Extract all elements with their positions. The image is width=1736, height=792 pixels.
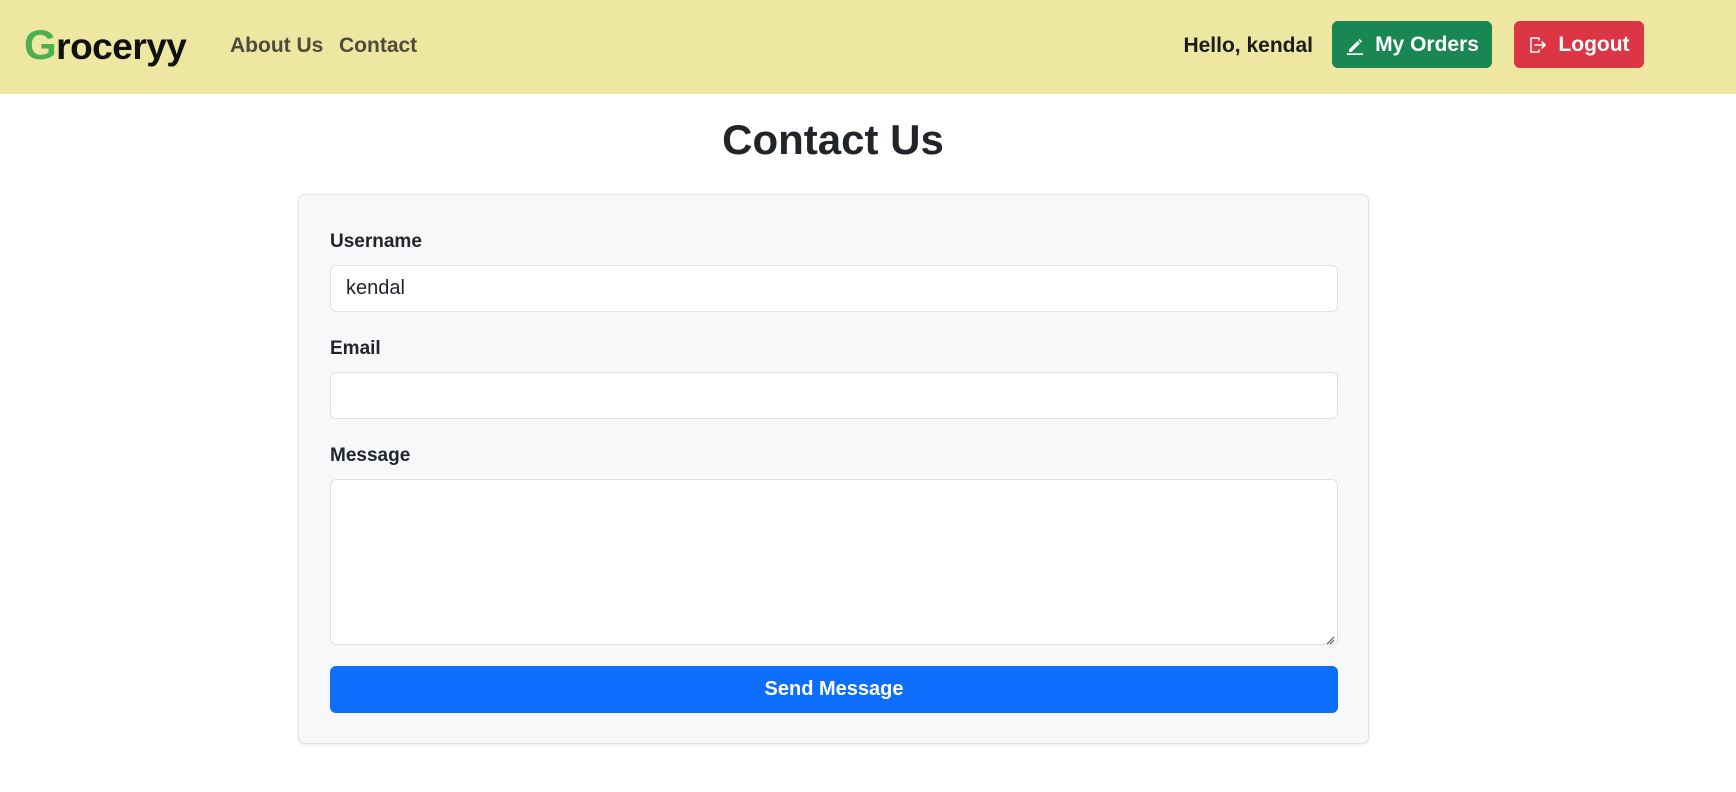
my-orders-button[interactable]: My Orders [1332,21,1492,68]
logout-label: Logout [1558,32,1630,56]
brand-logo[interactable]: Groceryy [24,21,187,70]
box-arrow-right-icon [1528,35,1548,55]
navbar: Groceryy About Us Contact Hello, kendal … [0,0,1736,94]
message-label: Message [330,445,411,466]
my-orders-label: My Orders [1375,32,1479,56]
logout-button[interactable]: Logout [1514,21,1644,68]
pencil-icon [1345,35,1365,55]
username-label: Username [330,231,422,252]
brand-initial: G [24,21,57,68]
resize-grip-icon[interactable] [1325,632,1335,645]
brand-name: roceryy [56,26,187,67]
user-greeting: Hello, kendal [1183,34,1313,57]
page-title: Contact Us [722,116,944,163]
email-input[interactable] [330,372,1338,419]
message-textarea[interactable] [330,479,1338,645]
nav-link-contact[interactable]: Contact [339,33,417,58]
contact-form-card: Username Email Message Send Message [298,194,1369,744]
email-label: Email [330,338,381,359]
send-message-button[interactable]: Send Message [330,666,1338,713]
username-input[interactable] [330,265,1338,312]
nav-link-about-us[interactable]: About Us [230,33,323,58]
